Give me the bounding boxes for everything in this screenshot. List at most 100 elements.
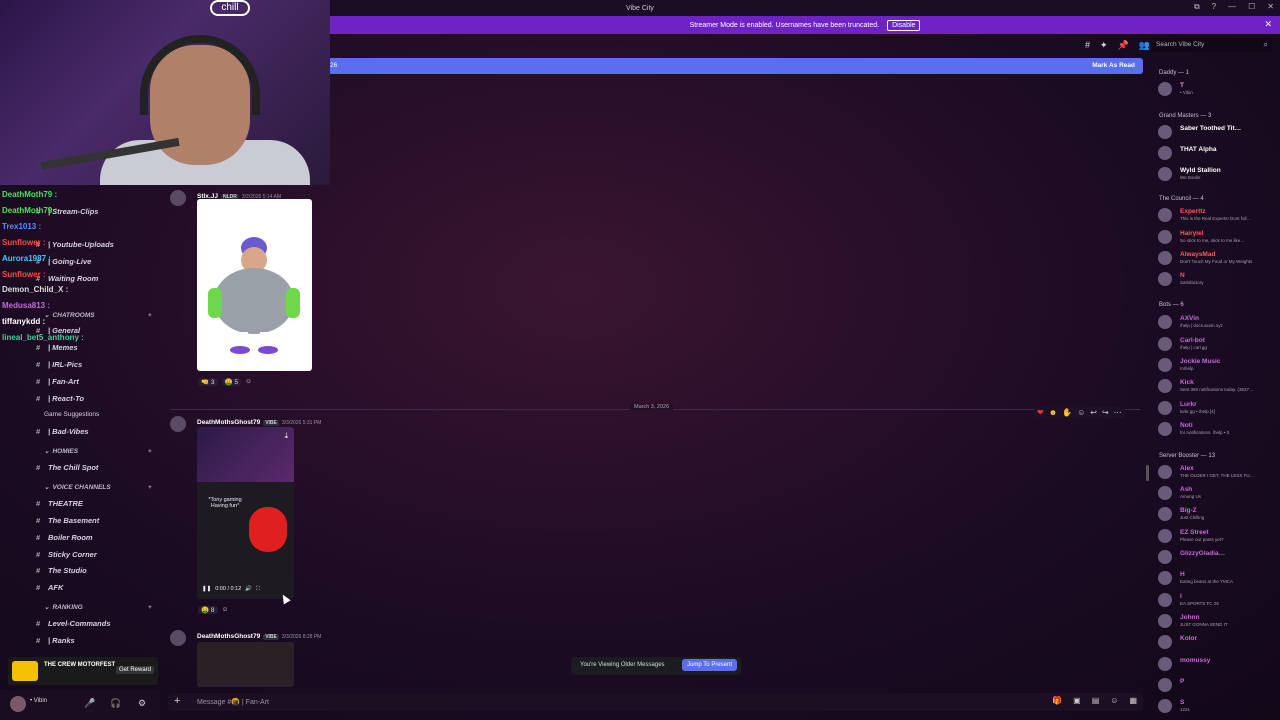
- member-item[interactable]: Noti for notifications. /help • 0: [1158, 419, 1278, 439]
- channel-item[interactable]: # The Studio: [36, 563, 87, 577]
- add-channel-icon[interactable]: +: [148, 484, 152, 491]
- close-icon[interactable]: ✕: [1264, 19, 1272, 30]
- forward-icon[interactable]: ↪: [1102, 408, 1109, 417]
- avatar[interactable]: [170, 416, 186, 432]
- channel-item[interactable]: # | Memes: [36, 340, 78, 354]
- channel-item[interactable]: # | Ranks: [36, 633, 75, 647]
- gift-icon[interactable]: 🎁: [1052, 696, 1062, 705]
- message-author[interactable]: DeathMothsGhost79: [197, 633, 260, 640]
- smile-reaction-icon[interactable]: ☻: [1049, 408, 1057, 417]
- sticker-icon[interactable]: ▤: [1092, 696, 1100, 705]
- member-item[interactable]: Wyld Stallion We Boolin: [1158, 164, 1278, 184]
- message-author[interactable]: DeathMothsGhost79: [197, 419, 260, 426]
- promo-ad[interactable]: THE CREW MOTORFEST Get Reward: [8, 657, 158, 685]
- search-input[interactable]: Search Vibe City ⌕: [1152, 38, 1272, 52]
- member-item[interactable]: S 1221: [1158, 696, 1278, 716]
- get-reward-button[interactable]: Get Reward: [115, 666, 154, 674]
- member-item[interactable]: AlwaysMad Don't Touch My Food or My Weigh…: [1158, 248, 1278, 268]
- member-item[interactable]: Johnn JUST GONNA SEND IT: [1158, 611, 1278, 631]
- channel-item[interactable]: # The Chill Spot: [36, 460, 98, 474]
- member-item[interactable]: H Eating beans at the YMCA: [1158, 568, 1278, 588]
- settings-gear-icon[interactable]: ⚙: [138, 698, 146, 709]
- threads-icon[interactable]: #: [1085, 40, 1090, 51]
- maximize-button[interactable]: ☐: [1248, 2, 1255, 12]
- emoji-icon[interactable]: ☺: [1110, 696, 1118, 705]
- channel-item[interactable]: # Boiler Room: [36, 530, 93, 544]
- volume-icon[interactable]: 🔊: [245, 586, 252, 592]
- avatar[interactable]: [170, 190, 186, 206]
- headphones-icon[interactable]: 🎧: [110, 698, 121, 709]
- new-messages-bar[interactable]: 26 Mark As Read: [330, 58, 1143, 74]
- member-item[interactable]: Ash Among Us: [1158, 483, 1278, 503]
- member-item[interactable]: momussy: [1158, 654, 1278, 674]
- scrollbar[interactable]: [1146, 465, 1149, 481]
- member-item[interactable]: Alex THE OLDER I GET, THE LESS FU…: [1158, 462, 1278, 482]
- member-item[interactable]: GlizzyGladia…: [1158, 547, 1278, 567]
- pin-icon[interactable]: 📌: [1118, 40, 1129, 51]
- member-item[interactable]: AXVin/help | docs.axvin.xyz: [1158, 312, 1278, 332]
- channel-item[interactable]: # | Youtube-Uploads: [36, 237, 114, 251]
- channel-item[interactable]: # | Fan-Art: [36, 374, 79, 388]
- video-attachment[interactable]: ⤓ *Tony gaming Having fun* ❚❚ 0:00 / 0:1…: [197, 427, 294, 599]
- channel-item[interactable]: # The Basement: [36, 513, 99, 527]
- help-icon[interactable]: ?: [1212, 2, 1216, 12]
- inbox-icon[interactable]: ⧉: [1194, 2, 1200, 12]
- member-list-icon[interactable]: 👥: [1139, 40, 1150, 51]
- channel-item[interactable]: # Level-Commands: [36, 616, 111, 630]
- message-composer[interactable]: + Message #🍘 | Fan-Art 🎁 ▣ ▤ ☺ ▦: [168, 693, 1143, 711]
- member-item[interactable]: I EA SPORTS FC 26: [1158, 590, 1278, 610]
- fire-reaction-icon[interactable]: ✋: [1062, 408, 1072, 417]
- microphone-icon[interactable]: 🎤: [84, 698, 95, 709]
- member-item[interactable]: Carl-bot/help | carl.gg: [1158, 334, 1278, 354]
- disable-streamer-mode-button[interactable]: Disable: [887, 19, 921, 31]
- fullscreen-icon[interactable]: ⛶: [256, 586, 260, 593]
- channel-item[interactable]: # Sticky Corner: [36, 547, 97, 561]
- member-item[interactable]: Hairyiel So stick to me, stick to me like…: [1158, 227, 1278, 247]
- member-item[interactable]: Experttz This is the Real Experts! Dont f…: [1158, 205, 1278, 225]
- member-item[interactable]: P: [1158, 675, 1278, 695]
- channel-item[interactable]: # | React-To: [36, 391, 84, 405]
- gif-icon[interactable]: ▣: [1073, 696, 1081, 705]
- channel-category[interactable]: ⌄ HOMIES +: [44, 445, 152, 457]
- reaction-pill[interactable]: 🤑 5: [221, 377, 242, 386]
- avatar[interactable]: [170, 630, 186, 646]
- avatar[interactable]: [10, 696, 26, 712]
- channel-item[interactable]: # | IRL-Pics: [36, 357, 82, 371]
- close-button[interactable]: ✕: [1267, 2, 1274, 12]
- heart-reaction-icon[interactable]: ❤: [1037, 408, 1044, 417]
- notification-icon[interactable]: ✦: [1100, 40, 1108, 51]
- reply-icon[interactable]: ↩: [1090, 408, 1097, 417]
- member-item[interactable]: Saber Toothed Tit…: [1158, 122, 1278, 142]
- add-reaction-icon[interactable]: ☺: [222, 606, 229, 613]
- pause-icon[interactable]: ❚❚: [202, 586, 211, 592]
- member-item[interactable]: N Satisfactory: [1158, 269, 1278, 289]
- jump-to-present-button[interactable]: Jump To Present: [682, 659, 737, 671]
- add-reaction-icon[interactable]: ☺: [1077, 408, 1085, 417]
- channel-item[interactable]: # | Bad-Vibes: [36, 424, 89, 438]
- member-item[interactable]: Kick Sent 369 notifications today. (3637…: [1158, 376, 1278, 396]
- minimize-button[interactable]: —: [1228, 2, 1236, 12]
- more-icon[interactable]: ⋯: [1114, 408, 1122, 417]
- member-item[interactable]: THAT Alpha: [1158, 143, 1278, 163]
- member-item[interactable]: EZ Street Please our pants yet?: [1158, 526, 1278, 546]
- add-channel-icon[interactable]: +: [148, 604, 152, 611]
- member-item[interactable]: Jockie Music m!help: [1158, 355, 1278, 375]
- member-item[interactable]: Big-Z Just Chilling: [1158, 504, 1278, 524]
- channel-category[interactable]: ⌄ VOICE CHANNELS +: [44, 481, 152, 493]
- channel-item[interactable]: # THEATRE: [36, 496, 83, 510]
- channel-item[interactable]: # AFK: [36, 580, 63, 594]
- member-item[interactable]: T • Vibin: [1158, 79, 1278, 99]
- download-icon[interactable]: ⤓: [284, 431, 288, 441]
- member-item[interactable]: Lurkr lurkr.gg • /help [4]: [1158, 398, 1278, 418]
- reaction-pill[interactable]: 🤜 3: [198, 377, 218, 386]
- channel-category[interactable]: ⌄ CHATROOMS +: [44, 309, 152, 321]
- apps-icon[interactable]: ▦: [1129, 696, 1137, 705]
- add-channel-icon[interactable]: +: [148, 448, 152, 455]
- reaction-pill[interactable]: 🤑 8: [198, 605, 218, 614]
- message-image[interactable]: [197, 642, 294, 687]
- thread-item[interactable]: Game Suggestions: [44, 407, 99, 421]
- add-reaction-icon[interactable]: ☺: [245, 378, 252, 385]
- attach-plus-icon[interactable]: +: [174, 695, 180, 707]
- channel-category[interactable]: ⌄ RANKING +: [44, 601, 152, 613]
- add-channel-icon[interactable]: +: [148, 312, 152, 319]
